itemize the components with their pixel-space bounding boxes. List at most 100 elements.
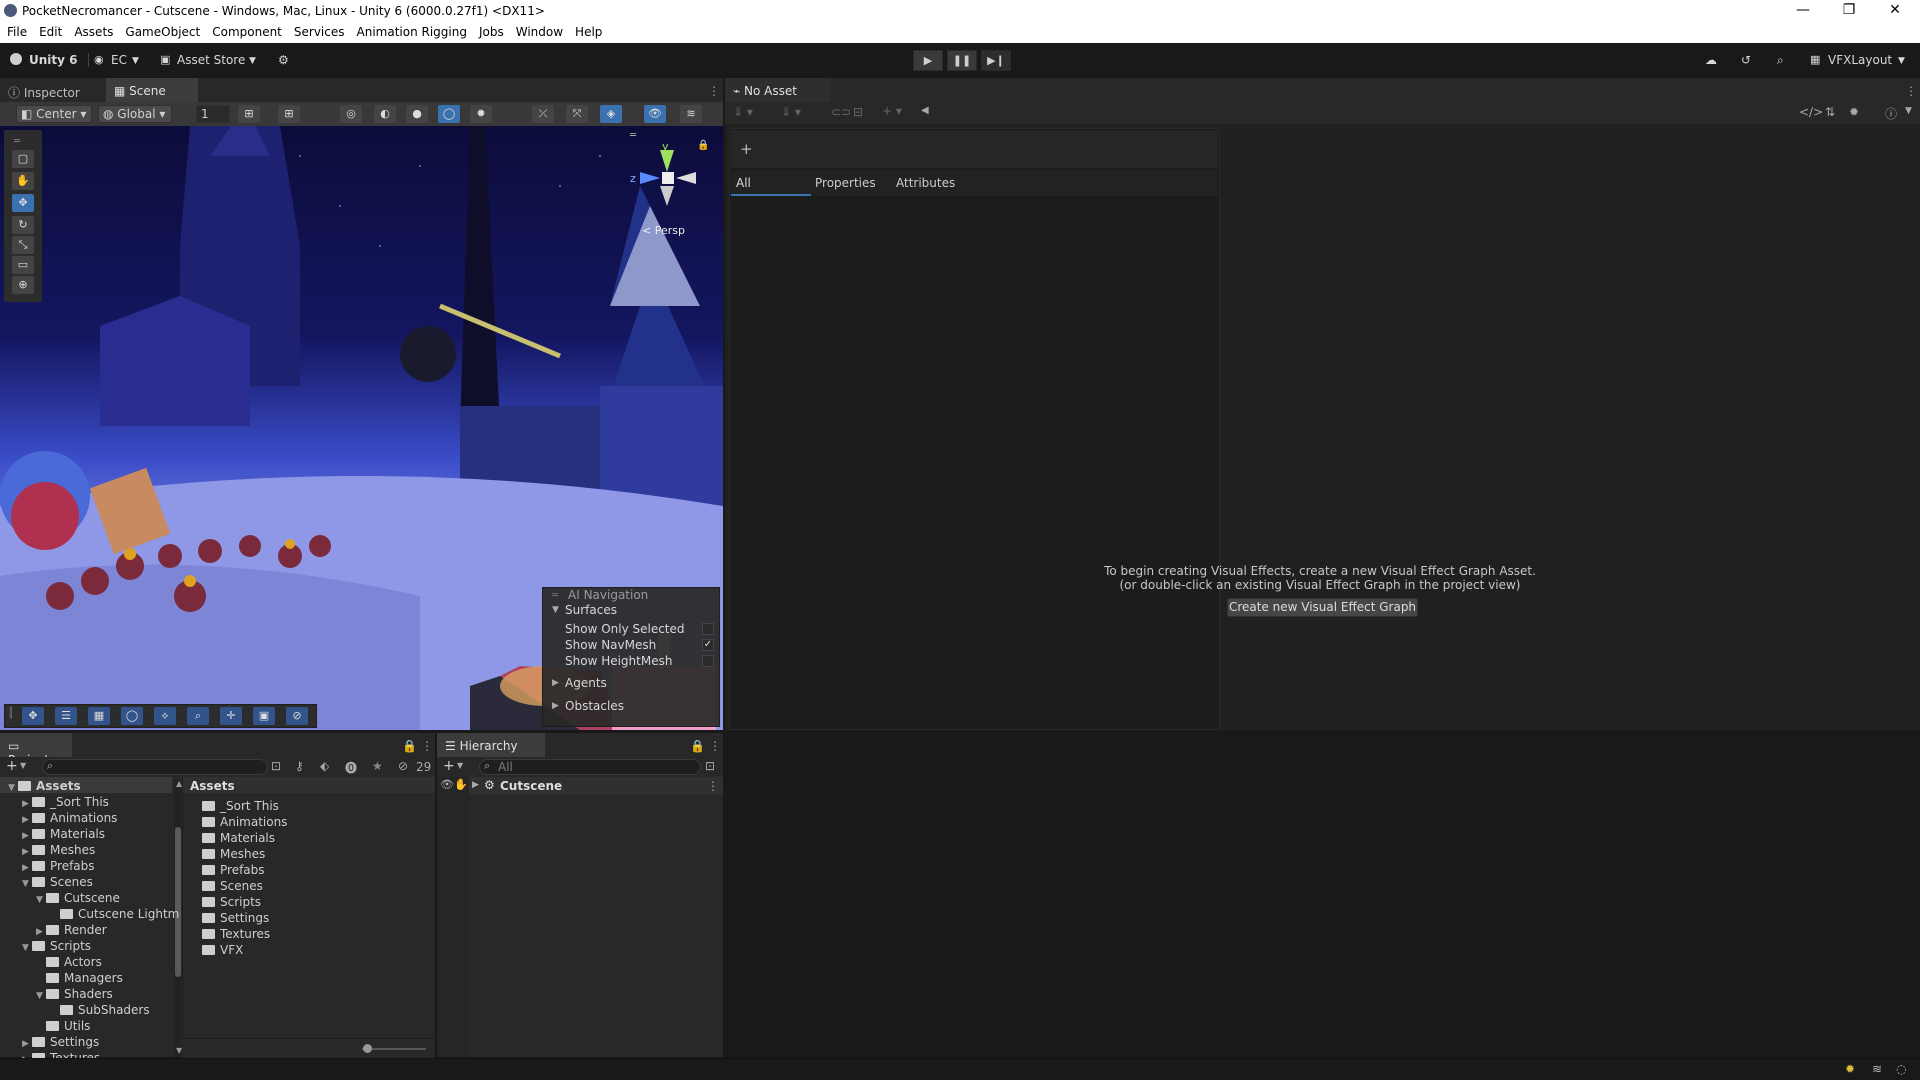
audio-icon[interactable]: ⤫ (532, 105, 554, 123)
tree-item[interactable]: Managers (36, 971, 123, 985)
cloud-icon[interactable]: ☁ (1705, 53, 1717, 67)
space-dropdown[interactable]: ◍ Global ▾ (98, 105, 172, 123)
obstacles-foldout[interactable]: Obstacles (565, 699, 624, 713)
visibility-eye-icon[interactable]: 👁 (644, 105, 666, 123)
layout-dropdown[interactable]: VFXLayout (1828, 53, 1892, 67)
label-icon[interactable]: ⬖ (320, 759, 329, 773)
lock-icon[interactable]: 🔒 (682, 733, 705, 757)
lock-icon[interactable]: 🔒 (394, 733, 417, 757)
search-options-icon[interactable]: ⊡ (705, 759, 715, 773)
chevron-right-icon[interactable]: ▶ (22, 799, 32, 809)
code-icon[interactable]: </> (1799, 105, 1823, 119)
menu-services[interactable]: Services (287, 22, 350, 39)
close-button[interactable]: ✕ (1872, 0, 1918, 22)
gizmo-center-cube[interactable] (662, 172, 674, 184)
menu-edit[interactable]: Edit (32, 22, 67, 39)
menu-gameobject[interactable]: GameObject (118, 22, 205, 39)
tab-inspector[interactable]: ⓘ Inspector (0, 78, 104, 102)
tree-item[interactable]: ▶ Animations (22, 811, 117, 825)
menu-component[interactable]: Component (205, 22, 287, 39)
toolbar-drag-handle-icon[interactable]: ║ (8, 708, 14, 719)
chevron-down-icon[interactable]: ▼ (552, 605, 559, 615)
chevron-down-icon[interactable]: ▼ (36, 991, 46, 1001)
create-vfx-graph-button[interactable]: Create new Visual Effect Graph (1227, 598, 1418, 617)
asset-folder-item[interactable]: Meshes (202, 847, 265, 861)
tree-item[interactable]: ▶ Prefabs (22, 859, 95, 873)
overlay-drag-handle-icon[interactable]: ═ (552, 590, 558, 601)
asset-folder-item[interactable]: Materials (202, 831, 275, 845)
tab-all[interactable]: All (736, 176, 751, 190)
play-button[interactable]: ▶ (913, 50, 943, 71)
hierarchy-add-button[interactable]: + (443, 758, 455, 774)
tree-item[interactable]: ▶ _Sort This (22, 795, 109, 809)
agents-foldout[interactable]: Agents (565, 676, 607, 690)
perspective-label[interactable]: < Persp (642, 224, 685, 237)
hidden-packages-icon[interactable]: ⊘ (398, 759, 408, 773)
chevron-right-icon[interactable]: ▶ (552, 701, 559, 711)
chevron-down-icon[interactable]: ▼ (22, 879, 32, 889)
minimize-button[interactable]: — (1780, 0, 1826, 22)
tree-item[interactable]: ▼ Scenes (22, 875, 93, 889)
lock-icon[interactable]: ⊟ (853, 105, 863, 119)
tree-item[interactable]: ▶ Meshes (22, 843, 95, 857)
layers-icon[interactable]: ◈ (600, 105, 622, 123)
shading-solid-icon[interactable]: ● (406, 105, 428, 123)
scale-tool-icon[interactable]: ⤡ (12, 236, 34, 254)
chevron-down-icon[interactable]: ▼ (8, 783, 18, 793)
search-icon[interactable]: ⌕ (1777, 53, 1784, 68)
tab-hierarchy[interactable]: ☰ Hierarchy (437, 733, 545, 757)
maximize-button[interactable]: ❐ (1826, 0, 1872, 22)
menu-jobs[interactable]: Jobs (472, 22, 509, 39)
chevron-down-icon[interactable]: ▼ (1905, 106, 1912, 116)
shading-lit-icon[interactable]: ◯ (438, 105, 460, 123)
fx-icon[interactable]: ⤧ (566, 105, 588, 123)
compile-icon[interactable]: ⇓ ▾ (781, 105, 801, 119)
show-only-selected-checkbox[interactable] (702, 623, 714, 635)
menu-help[interactable]: Help (568, 22, 607, 39)
transform-tool-icon[interactable]: ⊕ (12, 276, 34, 294)
save-icon[interactable]: ⇓ ▾ (733, 105, 753, 119)
asset-folder-item[interactable]: VFX (202, 943, 243, 957)
lighting-icon[interactable]: ✹ (470, 105, 492, 123)
chevron-right-icon[interactable]: ▶ (552, 678, 559, 688)
tree-item[interactable]: ▼ Shaders (36, 987, 113, 1001)
pause-button[interactable]: ❚❚ (947, 50, 977, 71)
asset-folder-item[interactable]: Settings (202, 911, 269, 925)
chevron-down-icon[interactable]: ▼ (22, 943, 32, 953)
blackboard-icon[interactable]: ⇅ (1825, 105, 1835, 119)
grid-size-field[interactable]: 1 (196, 105, 230, 123)
chevron-right-icon[interactable]: ▶ (22, 847, 32, 857)
asset-folder-item[interactable]: Scripts (202, 895, 261, 909)
zoom-icon[interactable]: ⌕ (187, 707, 209, 725)
favorites-star-icon[interactable]: ★ (372, 759, 383, 773)
tree-scroll-thumb[interactable] (175, 827, 181, 977)
add-icon[interactable]: + ▾ (882, 104, 902, 118)
project-search-input[interactable] (42, 759, 268, 775)
chevron-right-icon[interactable]: ▶ (472, 780, 479, 790)
account-dropdown[interactable]: EC (111, 53, 127, 67)
navmesh-icon[interactable]: ⟡ (154, 707, 176, 725)
pivot-icon[interactable]: ✛ (220, 707, 242, 725)
align-icon[interactable]: ☰ (55, 707, 77, 725)
chevron-right-icon[interactable]: ▶ (22, 1039, 32, 1049)
settings-gear-icon[interactable]: ⚙ (278, 53, 289, 67)
gizmos-icon[interactable]: ≋ (680, 105, 702, 123)
zoom-slider-thumb[interactable] (363, 1044, 372, 1053)
drag-handle-icon[interactable]: ═ (14, 136, 20, 147)
history-icon[interactable]: ↺ (1741, 53, 1751, 67)
tab-project[interactable]: ▭ Project (0, 733, 72, 767)
rect-tool-icon[interactable]: ▭ (12, 256, 34, 274)
cache-icon[interactable]: ≋ (1872, 1062, 1882, 1076)
menu-file[interactable]: File (0, 22, 32, 39)
lock-icon[interactable]: 🔒 (697, 140, 709, 151)
tree-item[interactable]: SubShaders (50, 1003, 150, 1017)
warning-icon[interactable]: ⓿ (345, 759, 357, 776)
shading-wire-icon[interactable]: ◐ (374, 105, 396, 123)
unity-version-button[interactable]: Unity 6 (29, 53, 78, 67)
menu-assets[interactable]: Assets (67, 22, 118, 39)
tab-attributes[interactable]: Attributes (896, 176, 955, 190)
create-add-button[interactable]: + (6, 758, 18, 774)
filter-icon[interactable]: ⚷ (295, 759, 304, 773)
tree-item[interactable]: Actors (36, 955, 102, 969)
grid-visibility-icon[interactable]: ⊞ (278, 105, 300, 123)
